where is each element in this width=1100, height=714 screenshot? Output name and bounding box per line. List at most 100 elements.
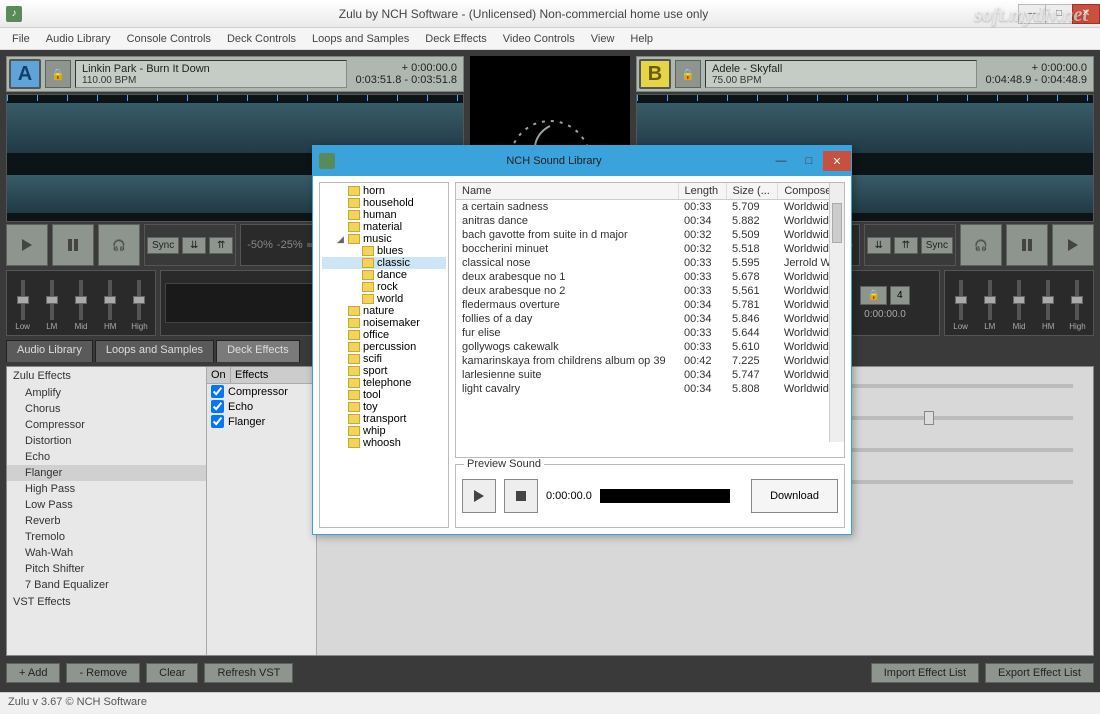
eq-high[interactable]: High — [128, 280, 151, 331]
menu-deck-effects[interactable]: Deck Effects — [417, 31, 495, 47]
chain-checkbox[interactable] — [211, 385, 224, 398]
export-effect-list-button[interactable]: Export Effect List — [985, 663, 1094, 683]
table-row[interactable]: gollywogs cakewalk00:335.610Worldwid — [456, 340, 844, 354]
tab-audio-library[interactable]: Audio Library — [6, 340, 93, 362]
tab-deck-effects[interactable]: Deck Effects — [216, 340, 300, 362]
tree-node-dance[interactable]: dance — [322, 269, 446, 281]
effect-item-wah-wah[interactable]: Wah-Wah — [7, 545, 206, 561]
deck-b-cue-button[interactable]: 🎧 — [960, 224, 1002, 266]
col-header[interactable]: Length — [678, 183, 726, 200]
table-row[interactable]: bach gavotte from suite in d major00:325… — [456, 228, 844, 242]
maximize-button[interactable]: □ — [1045, 4, 1073, 24]
beat-count[interactable]: 4 — [890, 286, 910, 305]
chain-row[interactable]: Flanger — [207, 414, 316, 429]
tree-node-household[interactable]: household — [322, 197, 446, 209]
effect-item-distortion[interactable]: Distortion — [7, 433, 206, 449]
remove-button[interactable]: - Remove — [66, 663, 140, 683]
effect-item-pitch-shifter[interactable]: Pitch Shifter — [7, 561, 206, 577]
menu-deck-controls[interactable]: Deck Controls — [219, 31, 304, 47]
table-row[interactable]: deux arabesque no 200:335.561Worldwid — [456, 284, 844, 298]
eq-low[interactable]: Low — [11, 280, 34, 331]
table-row[interactable]: deux arabesque no 100:335.678Worldwid — [456, 270, 844, 284]
download-button[interactable]: Download — [751, 479, 838, 513]
refresh-vst-button[interactable]: Refresh VST — [204, 663, 293, 683]
table-row[interactable]: kamarinskaya from childrens album op 390… — [456, 354, 844, 368]
deck-a-bend-down[interactable]: ⇊ — [182, 237, 206, 254]
file-table[interactable]: NameLengthSize (...Composera certain sad… — [455, 182, 845, 458]
preview-progress[interactable] — [600, 489, 730, 503]
minimize-button[interactable]: — — [1018, 4, 1046, 24]
menu-file[interactable]: File — [4, 31, 38, 47]
tree-node-blues[interactable]: blues — [322, 245, 446, 257]
clear-button[interactable]: Clear — [146, 663, 198, 683]
table-row[interactable]: classical nose00:335.595Jerrold W — [456, 256, 844, 270]
deck-a-cue-button[interactable]: 🎧 — [98, 224, 140, 266]
menu-view[interactable]: View — [583, 31, 623, 47]
effect-item-flanger[interactable]: Flanger — [7, 465, 206, 481]
import-effect-list-button[interactable]: Import Effect List — [871, 663, 979, 683]
close-button[interactable]: ✕ — [1072, 4, 1100, 24]
deck-b-sync-button[interactable]: Sync — [921, 237, 953, 254]
tree-node-toy[interactable]: toy — [322, 401, 446, 413]
deck-b-play-button[interactable] — [1052, 224, 1094, 266]
tree-node-tool[interactable]: tool — [322, 389, 446, 401]
chain-checkbox[interactable] — [211, 400, 224, 413]
effect-item-7-band-equalizer[interactable]: 7 Band Equalizer — [7, 577, 206, 593]
tab-loops-samples[interactable]: Loops and Samples — [95, 340, 214, 362]
add-button[interactable]: + Add — [6, 663, 60, 683]
effect-item-echo[interactable]: Echo — [7, 449, 206, 465]
dialog-close-button[interactable]: ✕ — [823, 151, 851, 171]
deck-b-bend-down[interactable]: ⇊ — [867, 237, 891, 254]
deck-b-load-icon[interactable]: 🔒 — [675, 60, 701, 88]
tree-node-classic[interactable]: classic — [322, 257, 446, 269]
menu-video-controls[interactable]: Video Controls — [495, 31, 583, 47]
effect-item-high-pass[interactable]: High Pass — [7, 481, 206, 497]
deck-a-pause-button[interactable] — [52, 224, 94, 266]
tree-node-scifi[interactable]: scifi — [322, 353, 446, 365]
effect-item-amplify[interactable]: Amplify — [7, 385, 206, 401]
menu-help[interactable]: Help — [622, 31, 661, 47]
table-row[interactable]: larlesienne suite00:345.747Worldwid — [456, 368, 844, 382]
lock-icon[interactable]: 🔒 — [860, 286, 886, 305]
tree-node-whoosh[interactable]: whoosh — [322, 437, 446, 449]
tree-node-telephone[interactable]: telephone — [322, 377, 446, 389]
tree-node-office[interactable]: office — [322, 329, 446, 341]
col-header[interactable]: Name — [456, 183, 678, 200]
tree-node-material[interactable]: material — [322, 221, 446, 233]
deck-a-bend-up[interactable]: ⇈ — [209, 237, 233, 254]
table-row[interactable]: fledermaus overture00:345.781Worldwid — [456, 298, 844, 312]
preview-play-button[interactable] — [462, 479, 496, 513]
dialog-titlebar[interactable]: NCH Sound Library — □ ✕ — [313, 146, 851, 176]
menu-audio-library[interactable]: Audio Library — [38, 31, 119, 47]
effect-item-tremolo[interactable]: Tremolo — [7, 529, 206, 545]
table-row[interactable]: boccherini minuet00:325.518Worldwid — [456, 242, 844, 256]
table-row[interactable]: follies of a day00:345.846Worldwid — [456, 312, 844, 326]
deck-b-bend-up[interactable]: ⇈ — [894, 237, 918, 254]
tree-node-transport[interactable]: transport — [322, 413, 446, 425]
table-row[interactable]: anitras dance00:345.882Worldwid — [456, 214, 844, 228]
deck-a-sync-button[interactable]: Sync — [147, 237, 179, 254]
dialog-minimize-button[interactable]: — — [767, 151, 795, 171]
deck-a-load-icon[interactable]: 🔒 — [45, 60, 71, 88]
chain-row[interactable]: Compressor — [207, 384, 316, 399]
table-row[interactable]: a certain sadness00:335.709Worldwid — [456, 200, 844, 215]
eq-lm[interactable]: LM — [40, 280, 63, 331]
category-tree[interactable]: hornhouseholdhumanmaterial◢musicbluescla… — [319, 182, 449, 528]
menu-loops-samples[interactable]: Loops and Samples — [304, 31, 417, 47]
deck-a-play-button[interactable] — [6, 224, 48, 266]
dialog-maximize-button[interactable]: □ — [795, 151, 823, 171]
tree-node-whip[interactable]: whip — [322, 425, 446, 437]
tree-node-noisemaker[interactable]: noisemaker — [322, 317, 446, 329]
tree-node-nature[interactable]: nature — [322, 305, 446, 317]
tree-node-horn[interactable]: horn — [322, 185, 446, 197]
tree-node-percussion[interactable]: percussion — [322, 341, 446, 353]
tree-node-human[interactable]: human — [322, 209, 446, 221]
tree-node-music[interactable]: ◢music — [322, 233, 446, 245]
effect-item-low-pass[interactable]: Low Pass — [7, 497, 206, 513]
col-header[interactable]: Size (... — [726, 183, 778, 200]
tree-node-world[interactable]: world — [322, 293, 446, 305]
menu-console-controls[interactable]: Console Controls — [119, 31, 219, 47]
eq-mid[interactable]: Mid — [69, 280, 92, 331]
table-row[interactable]: fur elise00:335.644Worldwid — [456, 326, 844, 340]
table-row[interactable]: light cavalry00:345.808Worldwid — [456, 382, 844, 396]
